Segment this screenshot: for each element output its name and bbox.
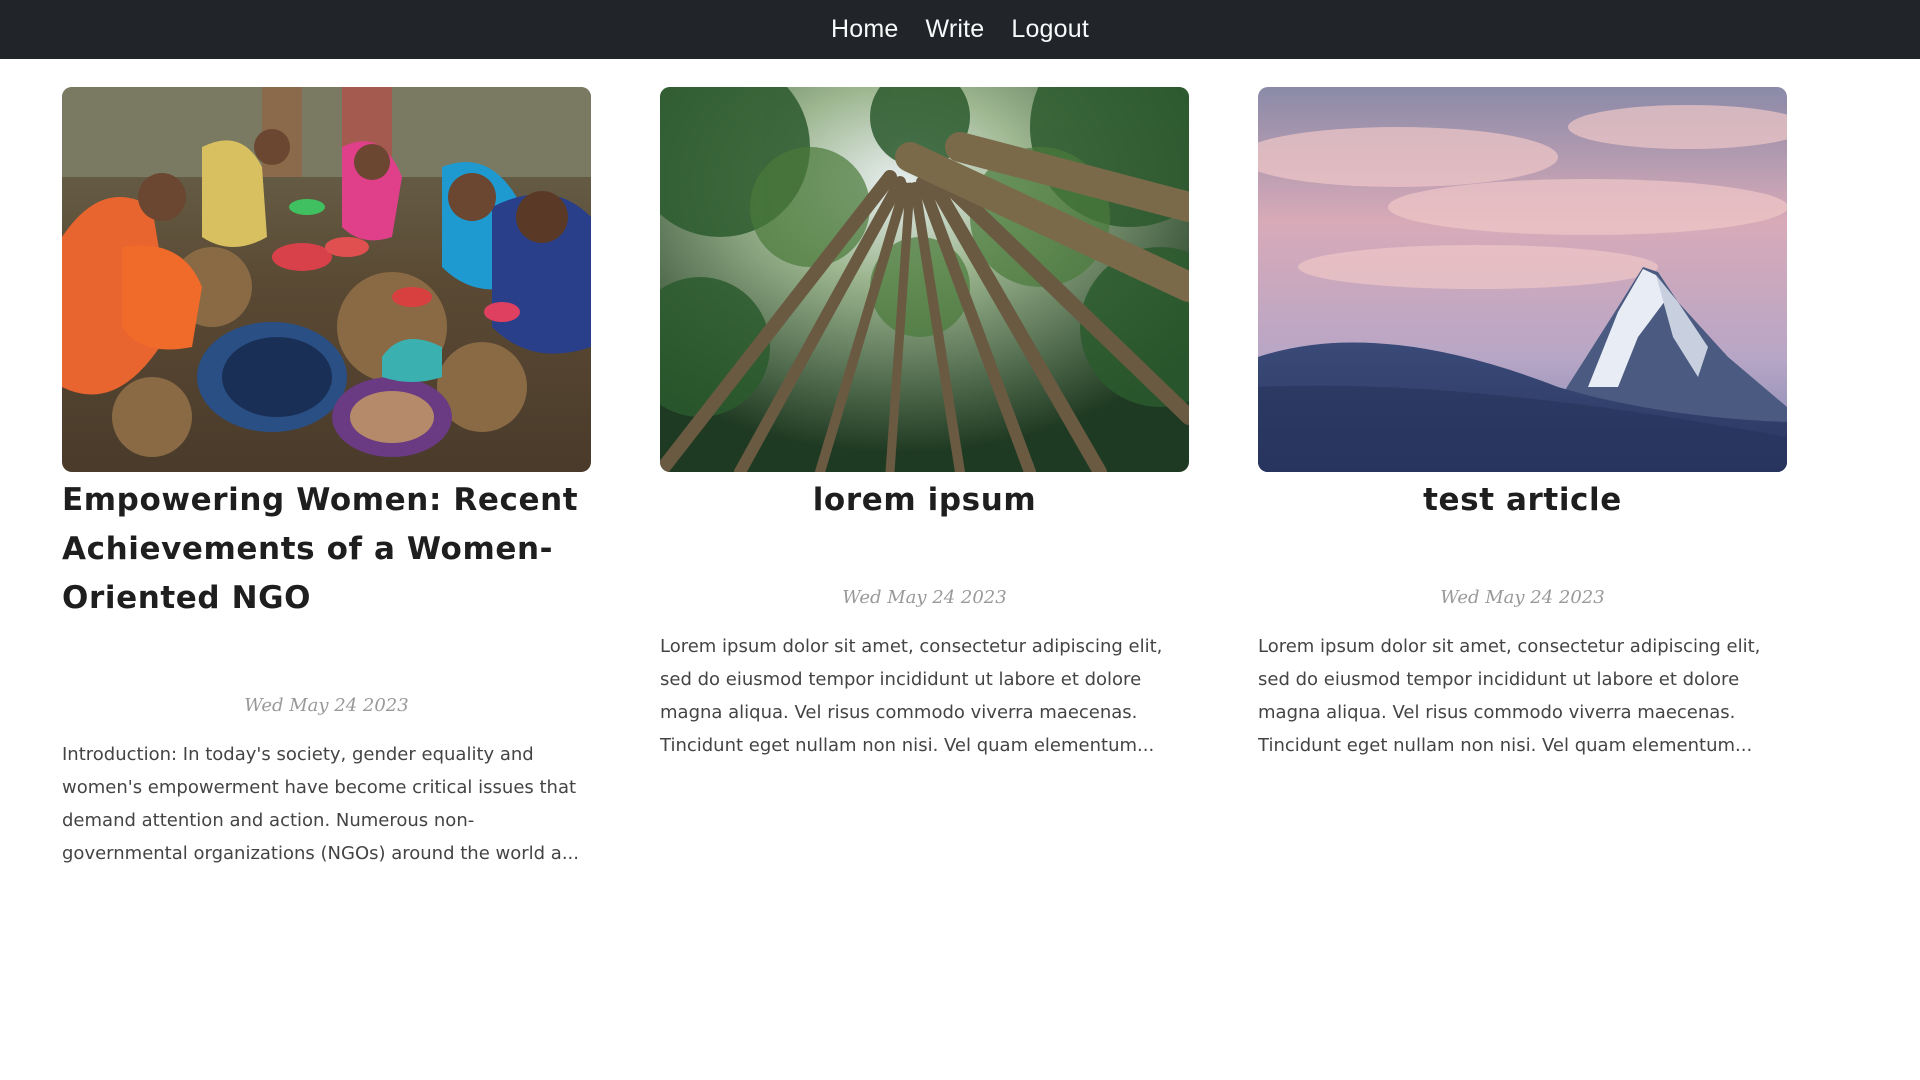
post-excerpt: Introduction: In today's society, gender… xyxy=(62,744,579,864)
post-date: Wed May 24 2023 xyxy=(1440,587,1605,608)
post-image-forest-canopy[interactable] xyxy=(660,87,1189,472)
post-card: Empowering Women: Recent Achievements of… xyxy=(62,87,591,888)
post-image-mountain-peak[interactable] xyxy=(1258,87,1787,472)
main-nav: Home Write Logout xyxy=(0,0,1920,59)
post-excerpt: Lorem ipsum dolor sit amet, consectetur … xyxy=(1258,636,1761,756)
post-image-women-working[interactable] xyxy=(62,87,591,472)
nav-logout-link[interactable]: Logout xyxy=(1011,15,1089,44)
post-excerpt: Lorem ipsum dolor sit amet, consectetur … xyxy=(660,636,1163,756)
nav-home-link[interactable]: Home xyxy=(831,15,899,44)
post-date: Wed May 24 2023 xyxy=(244,695,409,716)
post-card: test article Wed May 24 2023 Lorem ipsum… xyxy=(1258,87,1787,780)
post-title[interactable]: Empowering Women: Recent Achievements of… xyxy=(62,476,591,623)
post-card: lorem ipsum Wed May 24 2023 Lorem ipsum … xyxy=(660,87,1189,780)
nav-write-link[interactable]: Write xyxy=(925,15,984,44)
post-title[interactable]: lorem ipsum xyxy=(660,476,1189,525)
top-navbar: Home Write Logout xyxy=(0,0,1920,59)
post-title[interactable]: test article xyxy=(1258,476,1787,525)
post-date: Wed May 24 2023 xyxy=(842,587,1007,608)
